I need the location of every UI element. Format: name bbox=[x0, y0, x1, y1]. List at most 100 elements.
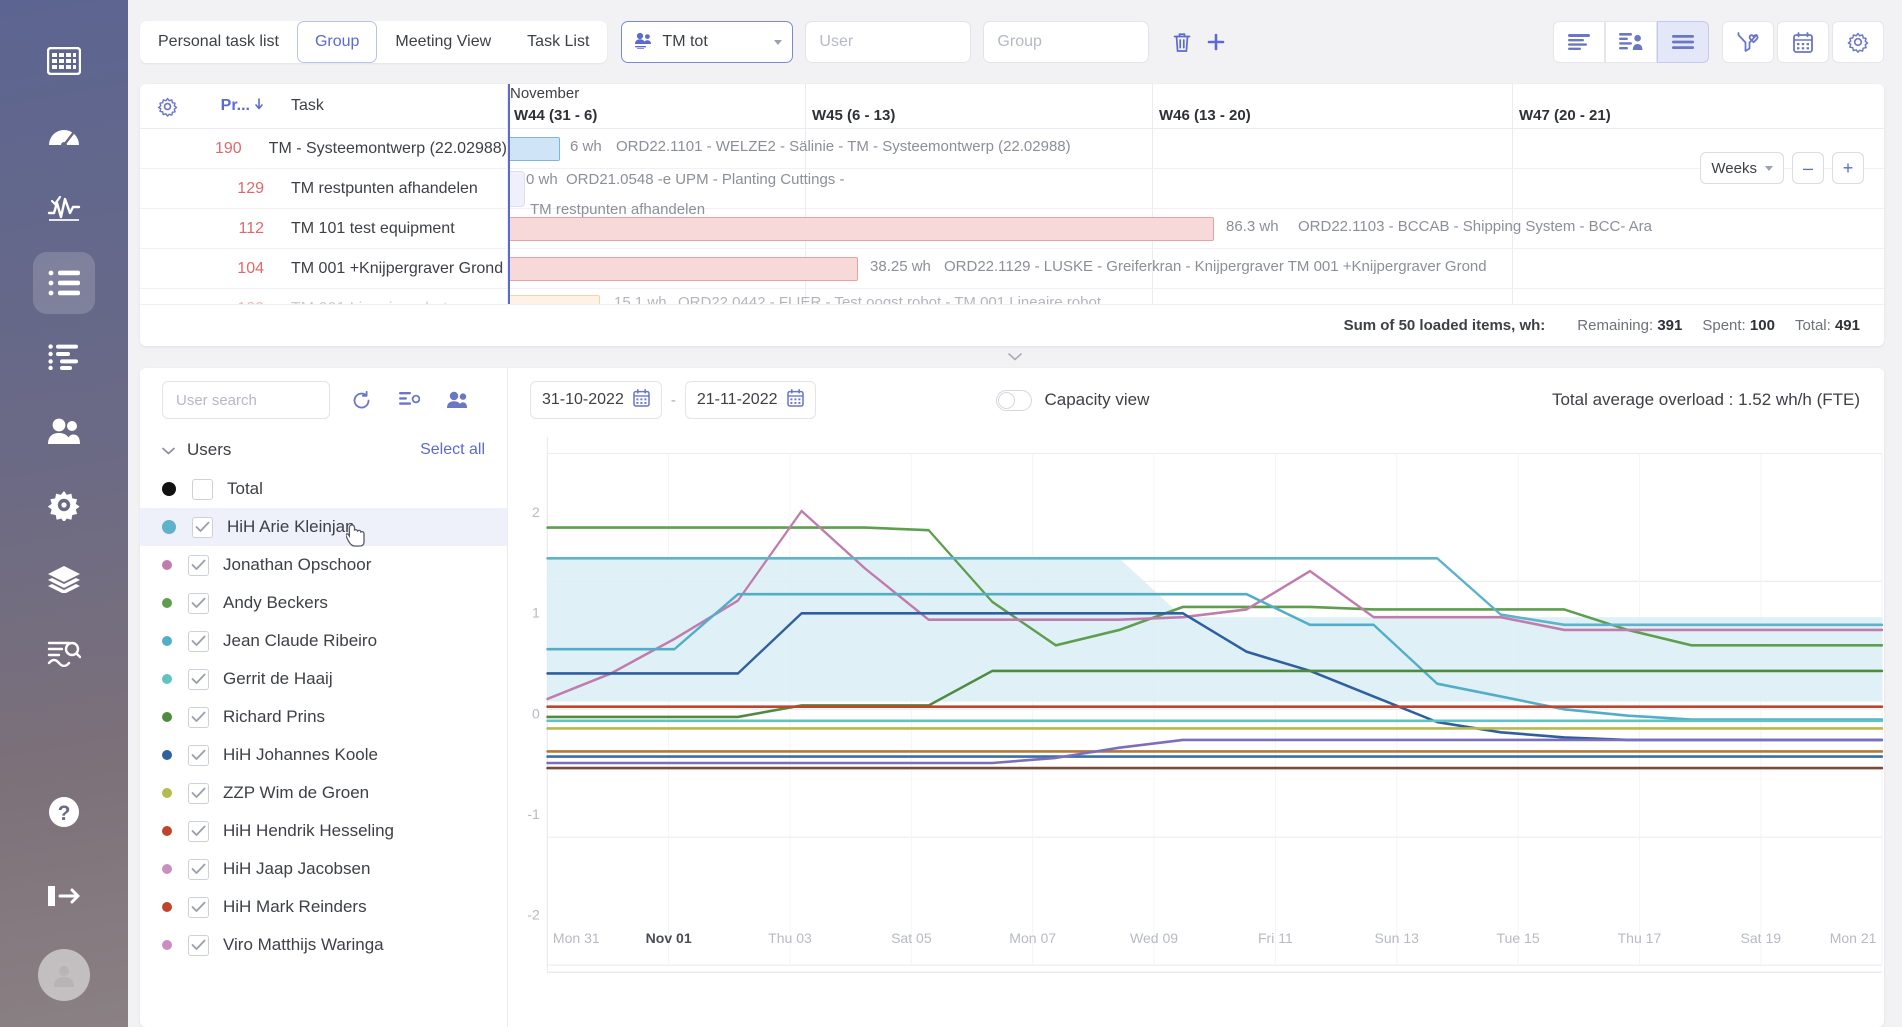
user-checkbox[interactable] bbox=[188, 555, 209, 576]
gantt-bar-label: ORD22.1103 - BCCAB - Shipping System - B… bbox=[1298, 218, 1652, 235]
column-settings-icon[interactable] bbox=[140, 96, 194, 117]
user-checkbox[interactable] bbox=[188, 593, 209, 614]
list-item[interactable]: Andy Beckers bbox=[140, 584, 507, 622]
sidebar-item-dashboard[interactable] bbox=[33, 104, 95, 166]
settings-button[interactable] bbox=[1832, 21, 1884, 63]
x-tick-label: Mon 21 bbox=[1830, 930, 1877, 946]
sidebar-item-reports[interactable] bbox=[33, 622, 95, 684]
date-from-value: 31-10-2022 bbox=[542, 391, 624, 409]
zoom-unit-label: Weeks bbox=[1711, 160, 1757, 177]
list-item[interactable]: Total bbox=[140, 470, 507, 508]
view-compact-button[interactable] bbox=[1657, 21, 1709, 63]
user-checkbox[interactable] bbox=[188, 631, 209, 652]
row-priority: 112 bbox=[194, 220, 274, 238]
filter-favorite-button[interactable] bbox=[1722, 21, 1774, 63]
sort-users-button[interactable] bbox=[392, 383, 426, 417]
capacity-chart[interactable]: 210-1-2Mon 31Nov 01Thu 03Sat 05Mon 07Wed… bbox=[508, 432, 1884, 1027]
group-select[interactable]: TM tot bbox=[621, 21, 793, 63]
sidebar-bottom-items: ? bbox=[0, 781, 128, 1001]
select-all-link[interactable]: Select all bbox=[420, 441, 485, 459]
date-to-picker[interactable]: 21-11-2022 bbox=[685, 381, 816, 419]
list-item[interactable]: HiH Arie Kleinjan bbox=[140, 508, 507, 546]
tab-group[interactable]: Group bbox=[297, 21, 377, 63]
list-item[interactable]: ZZP Wim de Groen bbox=[140, 774, 507, 812]
user-name: HiH Hendrik Hesseling bbox=[223, 821, 394, 841]
sidebar-item-analytics[interactable] bbox=[33, 178, 95, 240]
timeline-zoom-controls: Weeks – + bbox=[1700, 152, 1864, 184]
user-checkbox[interactable] bbox=[192, 517, 213, 538]
column-header-task[interactable]: Task bbox=[274, 97, 324, 115]
list-item[interactable]: HiH Johannes Koole bbox=[140, 736, 507, 774]
sidebar-item-task-list[interactable] bbox=[33, 252, 95, 314]
tab-task-list[interactable]: Task List bbox=[509, 21, 607, 63]
sidebar-item-layers[interactable] bbox=[33, 548, 95, 610]
gantt-bar-collapsed[interactable] bbox=[508, 171, 525, 207]
view-resource-button[interactable] bbox=[1605, 21, 1657, 63]
user-checkbox[interactable] bbox=[188, 783, 209, 804]
user-checkbox[interactable] bbox=[188, 745, 209, 766]
sidebar-item-planning[interactable] bbox=[33, 326, 95, 388]
user-search-input[interactable] bbox=[162, 381, 330, 419]
zoom-unit-select[interactable]: Weeks bbox=[1700, 152, 1784, 184]
chevron-down-icon[interactable] bbox=[162, 442, 175, 459]
sidebar-item-help[interactable]: ? bbox=[33, 781, 95, 843]
gantt-bar[interactable] bbox=[508, 295, 600, 304]
svg-text:?: ? bbox=[58, 802, 71, 825]
sidebar-item-grid[interactable] bbox=[33, 30, 95, 92]
capacity-view-label: Capacity view bbox=[1045, 390, 1150, 410]
gantt-bar[interactable] bbox=[508, 217, 1214, 241]
row-task: TM 101 test equipment bbox=[274, 220, 455, 238]
panel-splitter[interactable] bbox=[128, 346, 1902, 368]
list-item[interactable]: HiH Mark Reinders bbox=[140, 888, 507, 926]
avatar[interactable] bbox=[38, 949, 90, 1001]
column-header-priority-label: Pr... bbox=[221, 97, 250, 115]
user-checkbox[interactable] bbox=[188, 859, 209, 880]
capacity-view-control[interactable]: Capacity view bbox=[996, 390, 1150, 411]
view-list-button[interactable] bbox=[1553, 21, 1605, 63]
x-tick-label: Mon 07 bbox=[1009, 930, 1056, 946]
tab-personal-task-list[interactable]: Personal task list bbox=[140, 21, 297, 63]
sidebar-item-logout[interactable] bbox=[33, 865, 95, 927]
group-icon bbox=[634, 32, 653, 53]
user-checkbox[interactable] bbox=[188, 669, 209, 690]
gantt-bar[interactable] bbox=[508, 137, 560, 161]
table-row[interactable]: 104 TM 001 +Knijpergraver Grond bbox=[140, 249, 507, 289]
user-filter-input[interactable] bbox=[805, 21, 971, 63]
add-user-button[interactable] bbox=[440, 383, 474, 417]
zoom-out-button[interactable]: – bbox=[1792, 152, 1824, 184]
delete-button[interactable] bbox=[1165, 25, 1199, 59]
column-header-priority[interactable]: Pr... bbox=[194, 97, 274, 115]
user-checkbox[interactable] bbox=[188, 935, 209, 956]
table-row[interactable]: 190 TM - Systeemontwerp (22.02988) bbox=[140, 129, 507, 169]
gantt-bar-hours: 38.25 wh bbox=[870, 258, 931, 275]
row-task: TM 001 Lineaire robot bbox=[274, 300, 448, 305]
list-item[interactable]: Richard Prins bbox=[140, 698, 507, 736]
list-item[interactable]: Gerrit de Haaij bbox=[140, 660, 507, 698]
date-from-picker[interactable]: 31-10-2022 bbox=[530, 381, 662, 419]
table-row[interactable]: 100 TM 001 Lineaire robot bbox=[140, 289, 507, 304]
tab-meeting-view[interactable]: Meeting View bbox=[377, 21, 509, 63]
user-checkbox[interactable] bbox=[188, 897, 209, 918]
table-row[interactable]: 129 TM restpunten afhandelen bbox=[140, 169, 507, 209]
list-item[interactable]: HiH Jaap Jacobsen bbox=[140, 850, 507, 888]
add-button[interactable] bbox=[1199, 25, 1233, 59]
list-item[interactable]: HiH Hendrik Hesseling bbox=[140, 812, 507, 850]
group-filter-input[interactable] bbox=[983, 21, 1149, 63]
row-task: TM restpunten afhandelen bbox=[274, 180, 478, 198]
refresh-button[interactable] bbox=[344, 383, 378, 417]
calendar-button[interactable] bbox=[1777, 21, 1829, 63]
gantt-bar-row: 6 wh ORD22.1101 - WELZE2 - Sälinie - TM … bbox=[508, 129, 1884, 169]
zoom-in-button[interactable]: + bbox=[1832, 152, 1864, 184]
user-checkbox[interactable] bbox=[192, 479, 213, 500]
x-tick-label: Fri 11 bbox=[1258, 930, 1293, 946]
sidebar-item-users[interactable] bbox=[33, 400, 95, 462]
user-checkbox[interactable] bbox=[188, 821, 209, 842]
list-item[interactable]: Viro Matthijs Waringa bbox=[140, 926, 507, 964]
capacity-view-toggle[interactable] bbox=[996, 390, 1032, 411]
user-checkbox[interactable] bbox=[188, 707, 209, 728]
gantt-bar[interactable] bbox=[508, 257, 858, 281]
list-item[interactable]: Jonathan Opschoor bbox=[140, 546, 507, 584]
list-item[interactable]: Jean Claude Ribeiro bbox=[140, 622, 507, 660]
sidebar-item-settings[interactable] bbox=[33, 474, 95, 536]
table-row[interactable]: 112 TM 101 test equipment bbox=[140, 209, 507, 249]
